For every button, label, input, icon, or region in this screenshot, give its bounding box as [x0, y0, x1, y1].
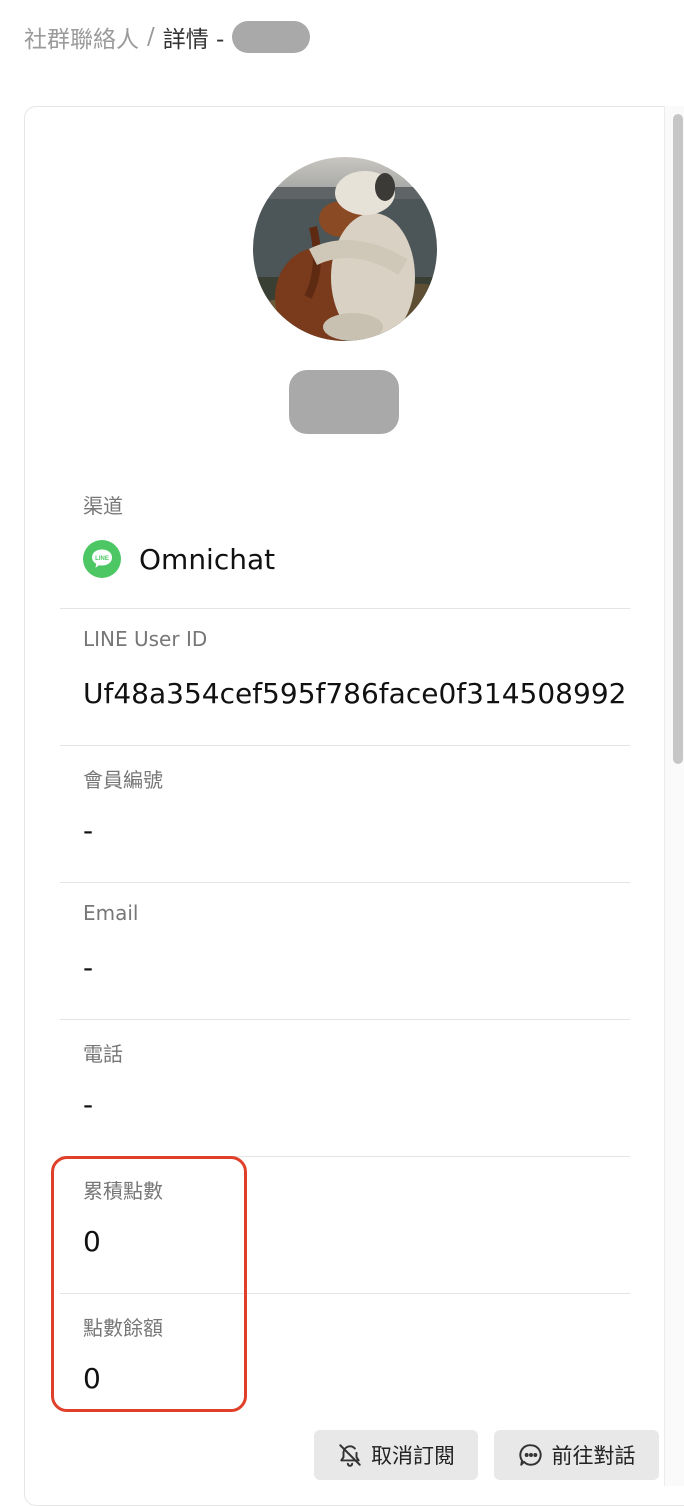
field-points-balance-label: 點數餘額 — [83, 1316, 163, 1340]
scrollbar[interactable] — [664, 106, 684, 1486]
field-accumulated-points-label: 累積點數 — [83, 1179, 163, 1203]
field-member-number: 會員編號 - — [60, 746, 630, 883]
field-channel: 渠道 LINE Omnichat — [60, 472, 630, 609]
field-channel-value-row: LINE Omnichat — [83, 540, 275, 578]
avatar — [253, 157, 437, 341]
breadcrumb-current: 詳情 - — [162, 27, 225, 53]
field-line-user-id: LINE User ID Uf48a354cef595f786face0f314… — [60, 609, 630, 746]
field-member-number-value: - — [83, 814, 94, 847]
field-email-label: Email — [83, 901, 139, 925]
field-email-value: - — [83, 951, 94, 984]
go-to-chat-button[interactable]: 前往對話 — [494, 1430, 659, 1480]
redacted-display-name — [289, 370, 399, 434]
field-accumulated-points-value: 0 — [83, 1225, 101, 1258]
field-phone-value: - — [83, 1088, 94, 1121]
bell-off-icon — [339, 1444, 361, 1467]
field-line-user-id-value: Uf48a354cef595f786face0f314508992 — [83, 677, 627, 710]
field-email: Email - — [60, 883, 630, 1020]
unsubscribe-button[interactable]: 取消訂閱 — [314, 1430, 478, 1480]
breadcrumb: 社群聯絡人 / 詳情 - — [24, 20, 311, 54]
scrollbar-thumb[interactable] — [673, 114, 683, 764]
breadcrumb-parent-link[interactable]: 社群聯絡人 — [24, 20, 139, 54]
line-icon-text: LINE — [95, 556, 109, 562]
field-phone: 電話 - — [60, 1020, 630, 1157]
field-channel-label: 渠道 — [83, 494, 123, 518]
field-member-number-label: 會員編號 — [83, 768, 163, 792]
field-channel-value: Omnichat — [139, 542, 276, 576]
chat-bubble-icon — [518, 1444, 542, 1466]
field-points-balance-value: 0 — [83, 1362, 101, 1395]
breadcrumb-separator: / — [147, 24, 155, 50]
unsubscribe-button-label: 取消訂閱 — [371, 1444, 455, 1468]
field-points-balance: 點數餘額 0 — [60, 1294, 630, 1431]
field-line-user-id-label: LINE User ID — [83, 627, 208, 651]
line-icon: LINE — [83, 540, 121, 578]
redacted-name-blur — [232, 21, 311, 53]
field-phone-label: 電話 — [83, 1042, 123, 1066]
field-accumulated-points: 累積點數 0 — [60, 1157, 630, 1294]
go-to-chat-button-label: 前往對話 — [551, 1444, 636, 1468]
